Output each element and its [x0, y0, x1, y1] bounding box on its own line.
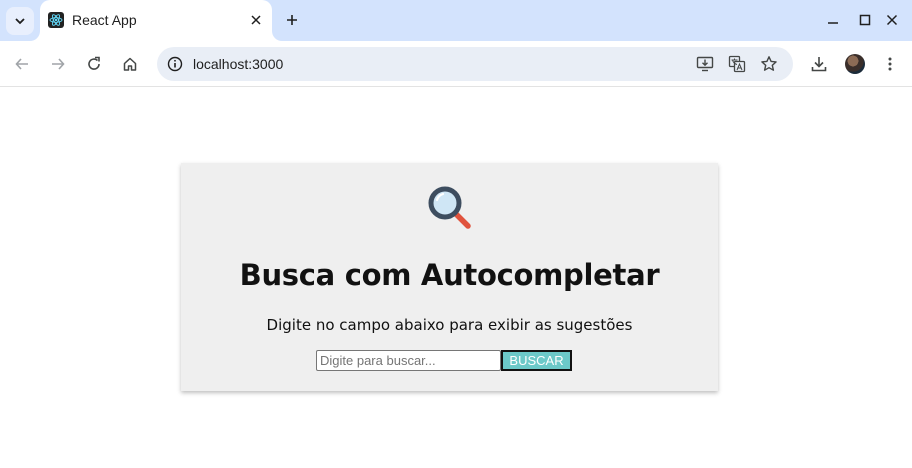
install-app-button[interactable]	[693, 52, 717, 76]
download-icon	[811, 57, 827, 72]
url-text: localhost:3000	[193, 56, 284, 72]
magnifying-glass-icon	[428, 186, 471, 229]
arrow-right-icon	[52, 58, 65, 70]
react-logo-icon	[48, 12, 64, 28]
downloads-button[interactable]	[805, 50, 833, 78]
new-tab-button[interactable]	[280, 8, 304, 32]
browser-toolbar: localhost:3000	[0, 41, 912, 87]
minimize-icon	[828, 22, 838, 24]
search-card: Busca com Autocompletar Digite no campo …	[181, 163, 718, 391]
home-icon	[123, 57, 137, 71]
site-info-button[interactable]	[161, 50, 189, 78]
plus-icon	[287, 15, 297, 25]
home-button[interactable]	[116, 50, 144, 78]
tab-close-button[interactable]	[246, 10, 266, 30]
tab-strip: React App	[0, 0, 912, 41]
maximize-button[interactable]	[855, 10, 875, 30]
browser-menu-button[interactable]	[876, 50, 904, 78]
arrow-left-icon	[15, 58, 28, 70]
forward-button[interactable]	[44, 50, 72, 78]
page-subtitle: Digite no campo abaixo para exibir as su…	[266, 316, 633, 334]
back-button[interactable]	[8, 50, 36, 78]
page-title: Busca com Autocompletar	[239, 258, 660, 292]
star-icon	[761, 56, 777, 71]
close-icon	[251, 15, 261, 25]
tab-title: React App	[72, 12, 137, 28]
install-icon	[696, 56, 714, 72]
search-button[interactable]: BUSCAR	[501, 350, 572, 371]
tune-icon	[167, 56, 183, 72]
bookmark-button[interactable]	[757, 52, 781, 76]
kebab-menu-icon	[888, 57, 892, 71]
reload-button[interactable]	[80, 50, 108, 78]
minimize-button[interactable]	[823, 10, 843, 30]
translate-icon	[728, 55, 746, 73]
search-input[interactable]	[316, 350, 501, 371]
tab-react-app[interactable]: React App	[40, 0, 272, 41]
maximize-icon	[859, 14, 871, 26]
close-window-button[interactable]	[882, 10, 902, 30]
search-form: BUSCAR	[316, 350, 572, 371]
chevron-down-icon	[15, 18, 25, 25]
address-bar[interactable]: localhost:3000	[157, 47, 793, 81]
profile-avatar[interactable]	[845, 54, 865, 74]
close-icon	[886, 14, 898, 26]
translate-button[interactable]	[725, 52, 749, 76]
reload-icon	[88, 56, 100, 70]
